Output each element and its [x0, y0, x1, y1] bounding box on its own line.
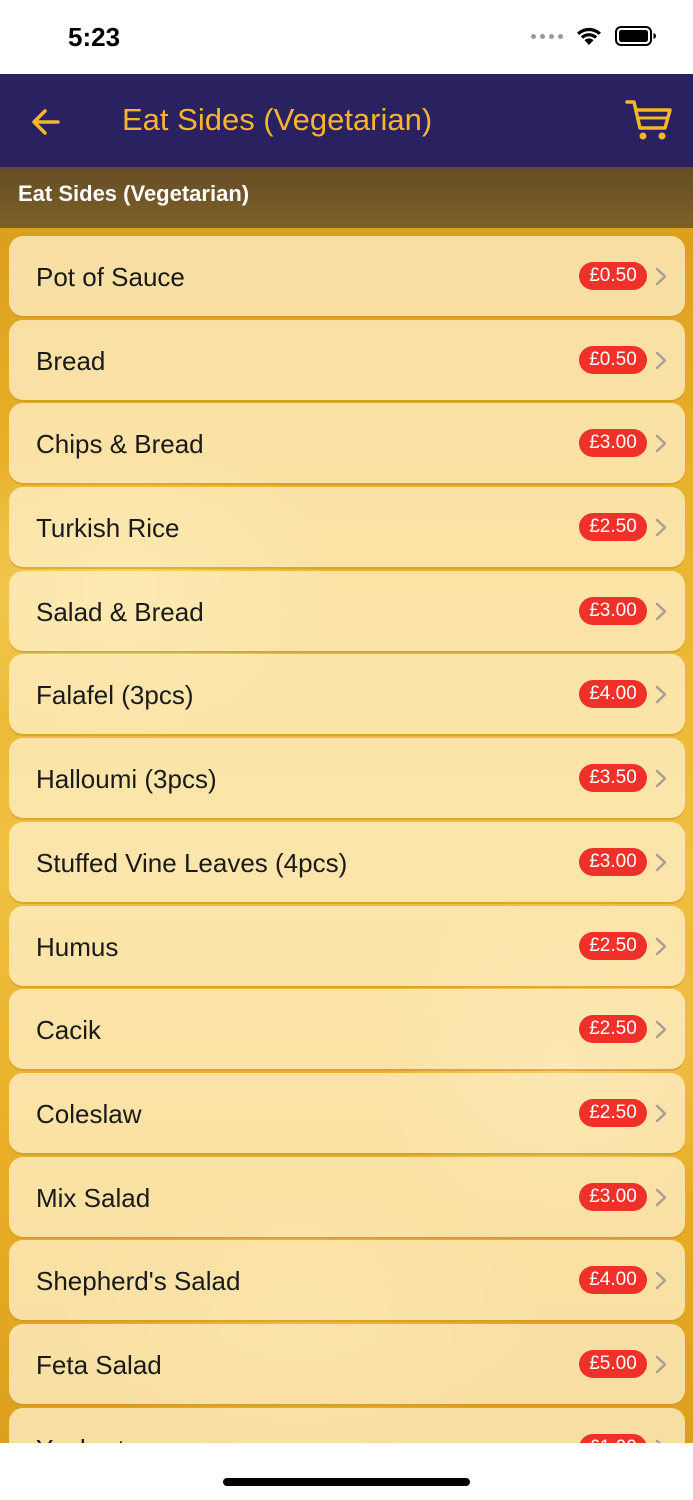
list-item[interactable]: Pot of Sauce £0.50	[9, 236, 685, 316]
item-name: Coleslaw	[36, 1098, 142, 1129]
list-item[interactable]: Mix Salad £3.00	[9, 1156, 685, 1237]
chevron-right-icon	[655, 267, 667, 286]
price-badge: £3.00	[579, 429, 647, 458]
chevron-right-icon	[655, 769, 667, 788]
signal-dots-icon	[531, 33, 563, 39]
page-title: Eat Sides (Vegetarian)	[122, 102, 433, 137]
item-name: Salad & Bread	[36, 596, 204, 627]
status-icons	[531, 26, 657, 46]
price-badge: £3.00	[579, 596, 647, 625]
cart-icon[interactable]	[625, 98, 673, 142]
chevron-right-icon	[655, 853, 667, 872]
price-badge: £1.00	[579, 1433, 647, 1443]
item-name: Stuffed Vine Leaves (4pcs)	[36, 847, 348, 878]
item-name: Shepherd's Salad	[36, 1266, 241, 1297]
back-arrow-icon[interactable]	[28, 104, 64, 140]
section-title: Eat Sides (Vegetarian)	[18, 181, 250, 206]
list-item[interactable]: Yoghurt £1.00	[9, 1407, 685, 1443]
list-item[interactable]: Humus £2.50	[9, 905, 685, 986]
item-name: Bread	[36, 345, 106, 376]
price-badge: £4.00	[579, 1266, 647, 1295]
item-name: Turkish Rice	[36, 513, 180, 544]
chevron-right-icon	[655, 602, 667, 620]
list-item[interactable]: Turkish Rice £2.50	[9, 487, 685, 568]
list-item[interactable]: Shepherd's Salad £4.00	[9, 1240, 685, 1321]
status-time: 5:23	[68, 22, 121, 52]
navigation-bar: Eat Sides (Vegetarian)	[0, 74, 693, 167]
list-item[interactable]: Bread £0.50	[9, 319, 685, 400]
item-name: Chips & Bread	[36, 429, 204, 460]
price-badge: £3.00	[579, 847, 647, 876]
chevron-right-icon	[655, 1188, 667, 1206]
price-badge: £4.00	[579, 680, 647, 709]
chevron-right-icon	[655, 937, 667, 955]
menu-content[interactable]: Eat Sides (Vegetarian) Pot of Sauce £0.5…	[0, 167, 693, 1443]
item-name: Humus	[36, 931, 119, 962]
section-header: Eat Sides (Vegetarian)	[0, 167, 693, 228]
list-item[interactable]: Chips & Bread £3.00	[9, 403, 685, 484]
menu-list: Pot of Sauce £0.50 Bread £0.50 Chips & B…	[9, 236, 685, 1443]
price-badge: £2.50	[579, 513, 647, 542]
chevron-right-icon	[655, 518, 667, 537]
price-badge: £2.50	[579, 1015, 647, 1044]
item-name: Mix Salad	[36, 1182, 151, 1213]
list-item[interactable]: Halloumi (3pcs) £3.50	[9, 738, 685, 819]
item-name: Cacik	[36, 1015, 102, 1046]
price-badge: £5.00	[579, 1349, 647, 1378]
chevron-right-icon	[655, 1020, 667, 1039]
list-item[interactable]: Salad & Bread £3.00	[9, 570, 685, 651]
item-name: Falafel (3pcs)	[36, 680, 194, 711]
home-indicator-area	[0, 1443, 693, 1500]
price-badge: £2.50	[579, 931, 647, 960]
price-badge: £2.50	[579, 1098, 647, 1127]
battery-icon	[615, 26, 656, 46]
item-name: Halloumi (3pcs)	[36, 764, 217, 795]
price-badge: £0.50	[579, 262, 647, 290]
wifi-icon	[577, 27, 601, 45]
chevron-right-icon	[655, 1272, 667, 1290]
chevron-right-icon	[655, 686, 667, 704]
list-item[interactable]: Cacik £2.50	[9, 989, 685, 1070]
price-badge: £3.00	[579, 1182, 647, 1211]
status-bar: 5:23	[0, 0, 693, 74]
list-item[interactable]: Coleslaw £2.50	[9, 1072, 685, 1153]
item-name: Yoghurt	[36, 1434, 125, 1443]
item-name: Pot of Sauce	[36, 262, 185, 292]
list-item[interactable]: Stuffed Vine Leaves (4pcs) £3.00	[9, 821, 685, 902]
price-badge: £0.50	[579, 345, 647, 374]
chevron-right-icon	[655, 435, 667, 453]
price-badge: £3.50	[579, 764, 647, 793]
chevron-right-icon	[655, 351, 667, 369]
list-item[interactable]: Feta Salad £5.00	[9, 1323, 685, 1404]
chevron-right-icon	[655, 1104, 667, 1123]
list-item[interactable]: Falafel (3pcs) £4.00	[9, 654, 685, 735]
chevron-right-icon	[655, 1355, 667, 1374]
item-name: Feta Salad	[36, 1349, 162, 1380]
home-indicator[interactable]	[223, 1478, 470, 1486]
